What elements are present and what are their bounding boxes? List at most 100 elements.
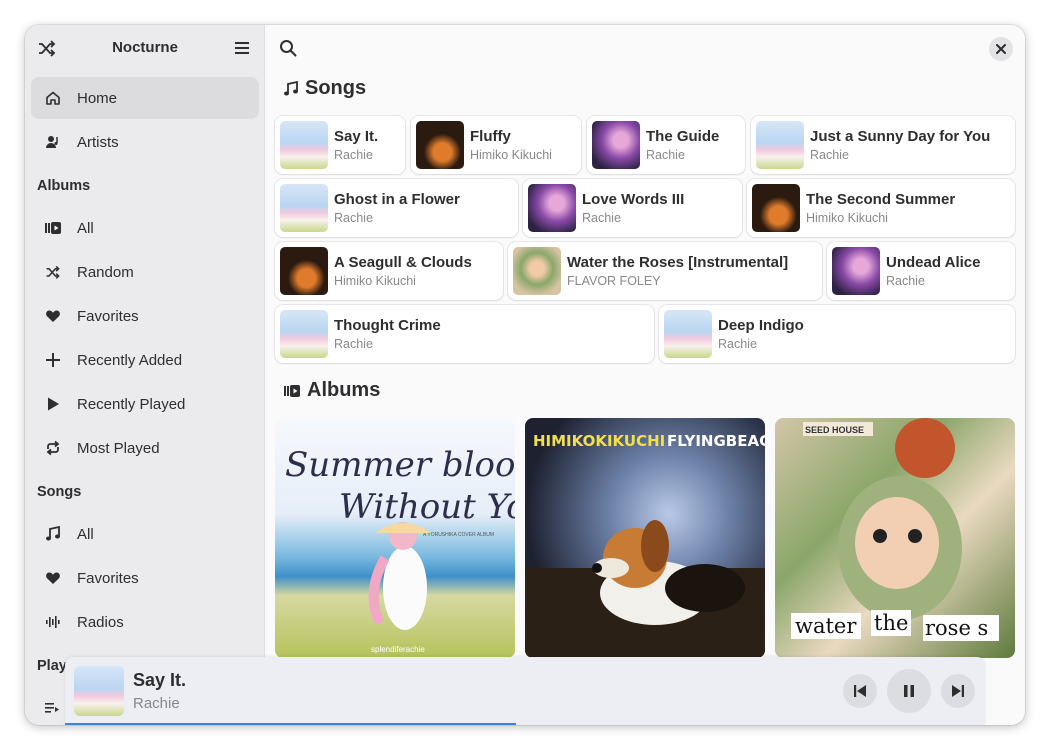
- album-art-thumbnail: [513, 247, 561, 295]
- artist-icon: [44, 133, 62, 151]
- skip-previous-icon: [854, 685, 866, 697]
- song-card[interactable]: A Seagull & Clouds Himiko Kikuchi: [275, 242, 503, 300]
- next-track-button[interactable]: [941, 674, 975, 708]
- album-cover-art: SEED HOUSE water the rose s: [791, 418, 999, 641]
- song-card[interactable]: Water the Roses [Instrumental] FLAVOR FOL…: [508, 242, 822, 300]
- songs-heading: Songs: [305, 77, 367, 99]
- skip-next-icon: [952, 685, 964, 697]
- app-title: Nocturne: [112, 39, 178, 56]
- playlist-icon[interactable]: [44, 700, 60, 716]
- album-art-thumbnail: [752, 184, 800, 232]
- album-art-thumbnail: [280, 121, 328, 169]
- song-card[interactable]: Undead Alice Rachie: [827, 242, 1015, 300]
- song-card[interactable]: Say It. Rachie: [275, 116, 405, 174]
- now-playing-title: Say It.: [133, 670, 187, 690]
- album-card[interactable]: Summer blooms Without You A YORUSHIKA CO…: [275, 418, 515, 658]
- song-title: A Seagull & Clouds: [334, 254, 472, 271]
- home-icon: [44, 89, 62, 107]
- song-card[interactable]: The Second Summer Himiko Kikuchi: [747, 179, 1015, 237]
- sidebar-item-label: All: [77, 219, 94, 237]
- radio-wave-icon: [44, 613, 62, 631]
- sidebar-item-songs-all[interactable]: All: [31, 513, 259, 555]
- pause-button[interactable]: [887, 669, 931, 713]
- heart-icon: [44, 307, 62, 325]
- album-card[interactable]: SEED HOUSE water the rose s: [775, 418, 1015, 658]
- sidebar-item-label: Recently Added: [77, 351, 183, 369]
- song-title: Fluffy: [470, 128, 511, 145]
- music-note-icon: [44, 525, 62, 543]
- sidebar-item-label: All: [77, 525, 94, 543]
- album-cover-art: HIMIKOKIKUCHI FLYINGBEAGLE: [525, 432, 765, 658]
- previous-track-button[interactable]: [843, 674, 877, 708]
- sidebar-item-albums-random[interactable]: Random: [31, 251, 259, 293]
- play-icon: [44, 395, 62, 413]
- now-playing-artist: Rachie: [133, 695, 180, 712]
- song-artist: Himiko Kikuchi: [470, 148, 552, 162]
- repeat-icon: [44, 439, 62, 457]
- cover-subtitle: A YORUSHIKA COVER ALBUM: [423, 532, 494, 538]
- cover-title-line-1: Summer blooms: [285, 445, 515, 485]
- sidebar-item-albums-most-played[interactable]: Most Played: [31, 427, 259, 469]
- song-artist: Rachie: [646, 148, 685, 162]
- sidebar-item-label: Favorites: [77, 307, 139, 325]
- sidebar-item-albums-recently-played[interactable]: Recently Played: [31, 383, 259, 425]
- album-art-thumbnail: [664, 310, 712, 358]
- sidebar-item-home[interactable]: Home: [31, 77, 259, 119]
- cover-title-line-2: Without You: [339, 487, 515, 527]
- album-icon: [44, 219, 62, 237]
- sidebar: Nocturne Home Artists Albums All Random …: [25, 25, 265, 725]
- sidebar-item-label: Favorites: [77, 569, 139, 587]
- song-title: The Guide: [646, 128, 720, 145]
- sidebar-item-albums-recently-added[interactable]: Recently Added: [31, 339, 259, 381]
- song-artist: Himiko Kikuchi: [806, 211, 888, 225]
- cover-word-2: the: [874, 611, 908, 635]
- album-card[interactable]: HIMIKOKIKUCHI FLYINGBEAGLE: [525, 418, 765, 658]
- song-artist: Rachie: [334, 337, 373, 351]
- cover-credit: splendiferachie: [371, 645, 425, 654]
- song-card[interactable]: The Guide Rachie: [587, 116, 745, 174]
- song-artist: Rachie: [582, 211, 621, 225]
- album-art-thumbnail: [280, 310, 328, 358]
- sidebar-header: Nocturne: [25, 25, 265, 71]
- cover-word-3: rose s: [925, 616, 988, 640]
- song-artist: Rachie: [886, 274, 925, 288]
- music-note-icon: [284, 80, 298, 95]
- hamburger-menu-icon[interactable]: [233, 39, 251, 57]
- sidebar-item-label: Random: [77, 263, 134, 281]
- song-artist: Rachie: [718, 337, 757, 351]
- albums-section-heading: Albums: [37, 178, 91, 194]
- sidebar-item-albums-favorites[interactable]: Favorites: [31, 295, 259, 337]
- song-card[interactable]: Ghost in a Flower Rachie: [275, 179, 518, 237]
- album-art-thumbnail: [528, 184, 576, 232]
- song-title: Deep Indigo: [718, 317, 804, 334]
- song-artist: Rachie: [334, 148, 373, 162]
- sidebar-item-label: Recently Played: [77, 395, 186, 413]
- sidebar-item-artists[interactable]: Artists: [31, 121, 259, 163]
- song-artist: Rachie: [810, 148, 849, 162]
- sidebar-item-albums-all[interactable]: All: [31, 207, 259, 249]
- album-icon: [284, 384, 300, 397]
- playback-progress-fill: [65, 723, 516, 725]
- songs-section-heading: Songs: [37, 484, 82, 500]
- sidebar-item-label: Most Played: [77, 439, 160, 457]
- song-card[interactable]: Deep Indigo Rachie: [659, 305, 1015, 363]
- song-card[interactable]: Thought Crime Rachie: [275, 305, 654, 363]
- plus-icon: [44, 351, 62, 369]
- sidebar-item-radios[interactable]: Radios: [31, 601, 259, 643]
- search-icon[interactable]: [279, 39, 297, 57]
- app-window: Nocturne Home Artists Albums All Random …: [25, 25, 1025, 725]
- now-playing-album-art[interactable]: [74, 666, 124, 716]
- close-button[interactable]: [989, 37, 1013, 61]
- playback-progress-track[interactable]: [65, 723, 985, 725]
- song-card[interactable]: Love Words III Rachie: [523, 179, 742, 237]
- song-card[interactable]: Just a Sunny Day for You Rachie: [751, 116, 1015, 174]
- song-artist: FLAVOR FOLEY: [567, 274, 661, 288]
- song-card[interactable]: Fluffy Himiko Kikuchi: [411, 116, 581, 174]
- song-title: Ghost in a Flower: [334, 191, 460, 208]
- album-art-thumbnail: [592, 121, 640, 169]
- sidebar-item-songs-favorites[interactable]: Favorites: [31, 557, 259, 599]
- now-playing-bar[interactable]: Say It. Rachie: [65, 657, 985, 725]
- albums-section-header: Albums: [283, 379, 380, 402]
- song-title: Undead Alice: [886, 254, 981, 271]
- sidebar-item-label: Radios: [77, 613, 124, 631]
